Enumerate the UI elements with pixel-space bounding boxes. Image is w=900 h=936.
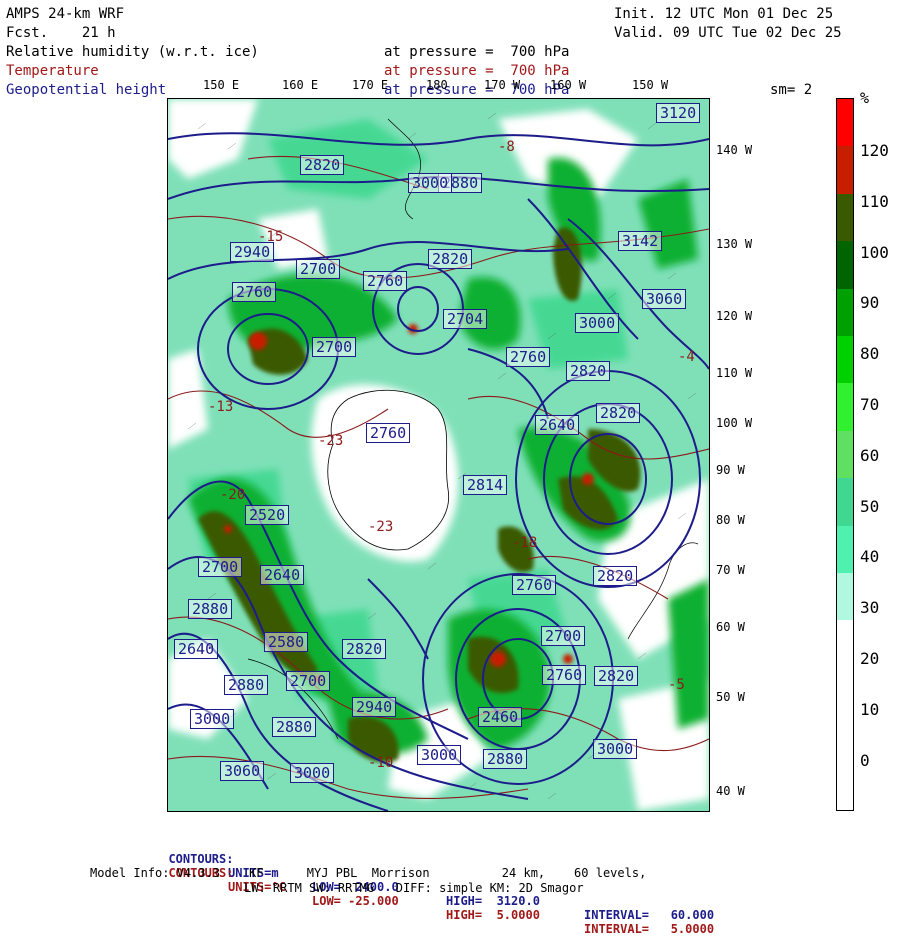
lon-label: 170 W <box>484 78 521 92</box>
lat-label: 90 W <box>716 463 745 477</box>
field-rh-level: at pressure = 700 hPa <box>384 44 570 60</box>
footer-high: HIGH= 3120.0 <box>446 894 540 908</box>
colorbar-segment <box>837 146 853 195</box>
lat-label: 50 W <box>716 690 745 704</box>
footer-line-temp: CONTOURS: UNITS=°C LOW= -25.000 HIGH= 5.… <box>154 852 714 936</box>
temp-label: -4 <box>678 349 695 365</box>
lat-label: 110 W <box>716 366 753 380</box>
colorbar-segment <box>837 383 853 432</box>
colorbar-segment <box>837 288 853 337</box>
field-height-level: at pressure = 700 hPa <box>384 82 570 98</box>
field-temp-name: Temperature <box>6 63 99 79</box>
lon-label: 160 E <box>282 78 319 92</box>
lat-label: 130 W <box>716 237 753 251</box>
lon-label: 150 E <box>203 78 240 92</box>
lat-label: 100 W <box>716 416 753 430</box>
colorbar-segment <box>837 478 853 527</box>
footer-low: LOW= -25.000 <box>312 894 399 908</box>
colorbar <box>836 98 854 811</box>
colorbar-tick-label: 90 <box>860 293 880 313</box>
colorbar-segment <box>837 241 853 290</box>
footer-interval: INTERVAL= 5.0000 <box>584 922 715 936</box>
colorbar-unit: % <box>860 89 870 107</box>
colorbar-tick-label: 30 <box>860 598 880 618</box>
field-rh-name: Relative humidity (w.r.t. ice) <box>6 44 259 60</box>
temp-label: -23 <box>368 519 394 535</box>
temp-label: -18 <box>512 535 538 551</box>
valid-time: Valid. 09 UTC Tue 02 Dec 25 <box>614 25 842 41</box>
colorbar-tick-label: 60 <box>860 445 880 465</box>
colorbar-tick-label: 120 <box>860 141 889 160</box>
lon-label: 180 <box>426 78 448 92</box>
footer-model-info: Model Info: V4.3.3 KF MYJ PBL Morrison 2… <box>90 866 647 880</box>
temp-label: -20 <box>220 487 246 503</box>
colorbar-tick-label: 110 <box>860 191 889 211</box>
lat-label: 120 W <box>716 309 753 323</box>
colorbar-tick-label: 0 <box>860 750 870 770</box>
colorbar-segment <box>837 620 853 669</box>
colorbar-segment <box>837 99 853 147</box>
colorbar-segment <box>837 762 853 811</box>
footer-interval: INTERVAL= 60.000 <box>584 908 715 922</box>
temp-label: -13 <box>208 399 234 415</box>
init-time: Init. 12 UTC Mon 01 Dec 25 <box>614 6 834 22</box>
lat-label: 80 W <box>716 513 745 527</box>
forecast-hour: Fcst. 21 h <box>6 25 116 41</box>
temp-label: -15 <box>258 229 284 245</box>
lat-label: 140 W <box>716 143 753 157</box>
colorbar-segment <box>837 336 853 384</box>
colorbar-segment <box>837 667 853 716</box>
colorbar-tick-label: 100 <box>860 242 889 262</box>
map-panel: 3120 2820 2880 3000 3060 3142 2940 2760 … <box>167 98 710 812</box>
lon-label: 160 W <box>550 78 587 92</box>
colorbar-segment <box>837 573 853 621</box>
colorbar-tick-label: 40 <box>860 547 880 567</box>
field-temp-level: at pressure = 700 hPa <box>384 63 570 79</box>
colorbar-segment <box>837 525 853 574</box>
colorbar-tick-label: 20 <box>860 649 880 668</box>
temp-label-layer: -20 -18 -23 -23 -10 -5 -15 -8 -4 -13 <box>168 99 709 811</box>
model-title: AMPS 24-km WRF <box>6 6 125 22</box>
footer-physics-info: LW: RRTM SW: RRTMG DIFF: simple KM: 2D S… <box>244 881 584 895</box>
colorbar-tick-label: 70 <box>860 395 880 414</box>
lon-label: 170 E <box>352 78 389 92</box>
lat-label: 40 W <box>716 784 745 798</box>
temp-label: -23 <box>318 433 344 449</box>
colorbar-segment <box>837 715 853 764</box>
lon-label: 150 W <box>632 78 669 92</box>
smoothing-label: sm= 2 <box>770 82 813 98</box>
field-height-name: Geopotential height <box>6 82 167 98</box>
temp-label: -8 <box>498 139 515 155</box>
colorbar-tick-label: 80 <box>860 344 880 364</box>
temp-label: -5 <box>668 677 685 693</box>
colorbar-tick-label: 10 <box>860 699 880 719</box>
temp-label: -10 <box>368 755 394 771</box>
lat-label: 70 W <box>716 563 745 577</box>
colorbar-tick-label: 50 <box>860 496 880 516</box>
colorbar-segment <box>837 193 853 242</box>
footer-high: HIGH= 5.0000 <box>446 908 540 922</box>
colorbar-segment <box>837 430 853 479</box>
lat-label: 60 W <box>716 620 745 634</box>
